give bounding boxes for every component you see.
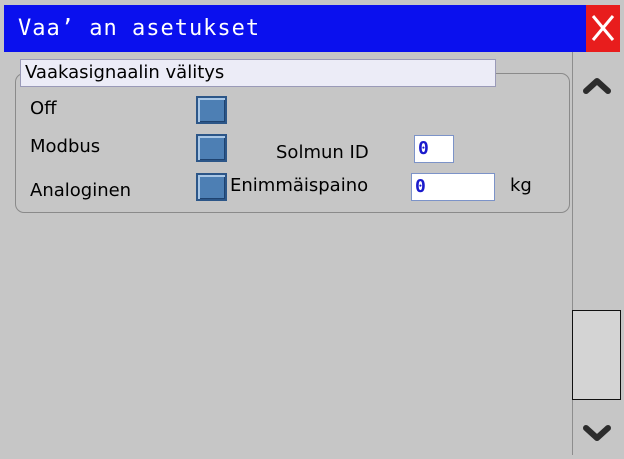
option-off-checkbox[interactable] (196, 96, 227, 124)
window-title: Vaa’ an asetukset (18, 16, 261, 41)
title-bar: Vaa’ an asetukset (4, 5, 586, 52)
vertical-scrollbar[interactable] (572, 52, 621, 455)
max-weight-unit: kg (510, 175, 532, 196)
node-id-label: Solmun ID (276, 142, 369, 163)
max-weight-input[interactable]: 0 (411, 173, 495, 201)
chevron-down-icon[interactable] (581, 420, 613, 446)
option-analog-checkbox[interactable] (196, 173, 227, 201)
option-modbus-label: Modbus (30, 136, 101, 157)
close-icon (591, 15, 615, 41)
max-weight-label: Enimmäispaino (230, 175, 369, 196)
option-modbus-checkbox[interactable] (196, 134, 227, 162)
node-id-input[interactable]: 0 (414, 135, 454, 163)
close-button[interactable] (586, 5, 620, 52)
scrollbar-thumb[interactable] (572, 310, 621, 400)
option-off-label: Off (30, 98, 57, 119)
option-analog-label: Analoginen (30, 180, 132, 201)
group-title: Vaakasignaalin välitys (20, 59, 496, 87)
chevron-up-icon[interactable] (581, 72, 613, 98)
